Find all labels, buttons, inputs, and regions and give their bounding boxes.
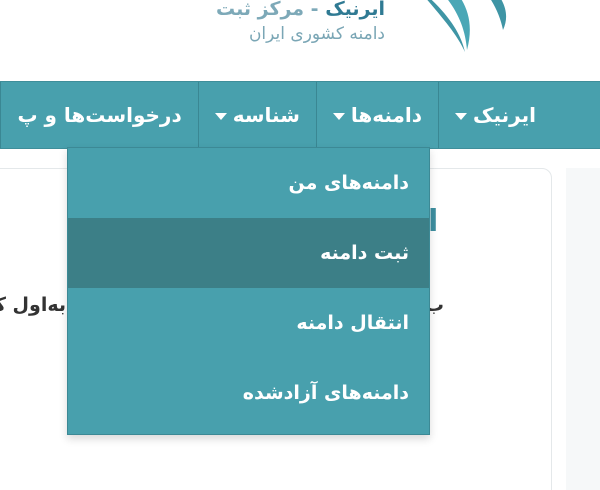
- menu-item-released-domains[interactable]: دامنه‌های آزادشده: [68, 358, 429, 428]
- logo-brand: ایرنیک: [325, 0, 385, 20]
- nav-item-handle[interactable]: شناسه: [197, 82, 316, 148]
- domains-dropdown-menu: دامنه‌های من ثبت دامنه انتقال دامنه دامن…: [67, 147, 430, 435]
- logo-title: ایرنیک - مرکز ثبت: [216, 0, 385, 22]
- menu-item-my-domains[interactable]: دامنه‌های من: [68, 148, 429, 218]
- content-text-fragment-right: ب: [428, 294, 444, 316]
- caret-down-icon: [214, 113, 227, 120]
- nav-item-label: شناسه: [232, 103, 300, 127]
- nav-item-irnic[interactable]: ایرنیک: [438, 82, 552, 148]
- nav-item-requests[interactable]: درخواست‌ها و پ: [0, 82, 197, 148]
- nav-item-label: درخواست‌ها و پ: [17, 103, 182, 127]
- menu-item-label: دامنه‌های آزادشده: [242, 382, 409, 404]
- menu-item-label: ثبت دامنه: [320, 242, 409, 264]
- site-header: ایرنیک - مرکز ثبت دامنه کشوری ایران: [0, 0, 600, 80]
- caret-down-icon: [455, 113, 468, 120]
- main-navbar: ایرنیک دامنه‌ها شناسه درخواست‌ها و پ: [0, 81, 600, 149]
- page: ایرنیک - مرکز ثبت دامنه کشوری ایران ایرن…: [0, 0, 600, 490]
- logo-subtitle: دامنه کشوری ایران: [248, 24, 385, 44]
- logo-tagline: - مرکز ثبت: [216, 0, 326, 20]
- nav-item-label: ایرنیک: [473, 103, 536, 127]
- menu-item-label: دامنه‌های من: [288, 172, 409, 194]
- side-panel: [566, 168, 600, 490]
- menu-item-label: انتقال دامنه: [296, 312, 409, 334]
- navbar-items: ایرنیک دامنه‌ها شناسه درخواست‌ها و پ: [0, 82, 552, 148]
- irnic-logo-icon[interactable]: [405, 0, 525, 60]
- page-heading-fragment: ا: [428, 204, 439, 239]
- nav-item-domains[interactable]: دامنه‌ها: [315, 82, 439, 148]
- logo-text: ایرنیک - مرکز ثبت دامنه کشوری ایران: [216, 0, 385, 46]
- menu-item-transfer-domain[interactable]: انتقال دامنه: [68, 288, 429, 358]
- menu-item-register-domain[interactable]: ثبت دامنه: [68, 218, 429, 288]
- nav-item-label: دامنه‌ها: [350, 103, 423, 127]
- caret-down-icon: [332, 113, 345, 120]
- content-text-fragment-left: به‌اول ک: [0, 294, 66, 316]
